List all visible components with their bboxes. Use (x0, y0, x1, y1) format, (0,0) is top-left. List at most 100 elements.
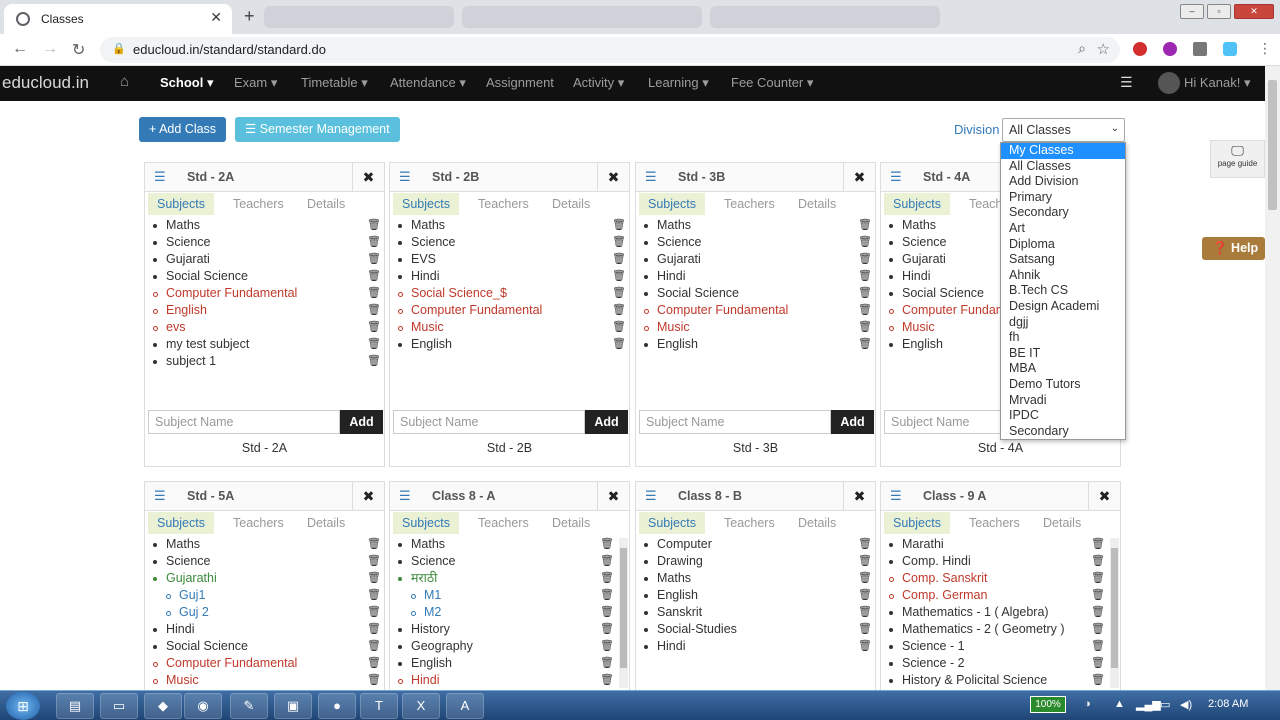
subject-name[interactable]: Computer Fundamental (166, 656, 297, 670)
subject-name[interactable]: Maths (657, 571, 691, 585)
delete-class-icon[interactable]: ✖ (843, 482, 875, 511)
nav-activity[interactable]: Activity ▾ (573, 75, 624, 91)
subject-name[interactable]: Maths (657, 218, 691, 232)
nav-exam[interactable]: Exam ▾ (234, 75, 277, 91)
division-option[interactable]: MBA (1001, 361, 1125, 377)
tab-teachers[interactable]: Teachers (224, 193, 293, 215)
trash-icon[interactable]: 🗑 (600, 621, 614, 638)
trash-icon[interactable]: 🗑 (1091, 621, 1105, 638)
nav-attendance[interactable]: Attendance ▾ (390, 75, 466, 91)
trash-icon[interactable]: 🗑 (858, 251, 872, 268)
tab-subjects[interactable]: Subjects (148, 193, 214, 215)
user-menu[interactable]: Hi Kanak! ▾ (1158, 72, 1251, 94)
list-icon[interactable]: ☰ (645, 488, 657, 504)
subject-name[interactable]: Gujarati (657, 252, 701, 266)
subject-name-input[interactable]: Subject Name (148, 410, 340, 434)
trash-icon[interactable]: 🗑 (600, 570, 614, 587)
trash-icon[interactable]: 🗑 (367, 672, 381, 689)
subject-name[interactable]: Maths (411, 537, 445, 551)
trash-icon[interactable]: 🗑 (612, 285, 626, 302)
extension-color-icon[interactable] (1163, 42, 1177, 56)
trash-icon[interactable]: 🗑 (858, 234, 872, 251)
trash-icon[interactable]: 🗑 (1091, 570, 1105, 587)
subject-name[interactable]: Social Science (657, 286, 739, 300)
taskbar-app-excel[interactable]: X (402, 693, 440, 719)
battery-indicator[interactable]: 100% (1030, 696, 1066, 713)
subject-name[interactable]: Social Science_$ (411, 286, 507, 300)
subject-name[interactable]: M2 (424, 605, 441, 619)
trash-icon[interactable]: 🗑 (612, 302, 626, 319)
tab-teachers[interactable]: Teachers (960, 512, 1029, 534)
page-guide-button[interactable]: 🖵 page guide (1210, 140, 1265, 178)
subject-name[interactable]: History (411, 622, 450, 636)
division-option[interactable]: Secondary (1001, 205, 1125, 221)
trash-icon[interactable]: 🗑 (367, 285, 381, 302)
close-window-icon[interactable]: ✕ (1234, 4, 1274, 19)
browser-menu-icon[interactable]: ⋮ (1258, 40, 1272, 57)
trash-icon[interactable]: 🗑 (1091, 638, 1105, 655)
subject-name[interactable]: evs (166, 320, 185, 334)
subject-name[interactable]: Science (902, 235, 946, 249)
subject-name[interactable]: Science - 2 (902, 656, 965, 670)
subject-name[interactable]: Maths (166, 537, 200, 551)
trash-icon[interactable]: 🗑 (367, 536, 381, 553)
trash-icon[interactable]: 🗑 (858, 638, 872, 655)
subject-name[interactable]: Hindi (411, 269, 440, 283)
delete-class-icon[interactable]: ✖ (597, 482, 629, 511)
subject-name[interactable]: EVS (411, 252, 436, 266)
trash-icon[interactable]: 🗑 (858, 268, 872, 285)
trash-icon[interactable]: 🗑 (367, 587, 381, 604)
subject-name[interactable]: Maths (902, 218, 936, 232)
signal-icon[interactable]: ▂▄▆ (1136, 698, 1161, 711)
subject-name[interactable]: Science (411, 554, 455, 568)
back-icon[interactable]: ← (12, 40, 28, 58)
tab-teachers[interactable]: Teachers (715, 193, 784, 215)
division-option[interactable]: IPDC (1001, 408, 1125, 424)
trash-icon[interactable]: 🗑 (1091, 587, 1105, 604)
tab-subjects[interactable]: Subjects (148, 512, 214, 534)
trash-icon[interactable]: 🗑 (367, 217, 381, 234)
subject-name[interactable]: Comp. German (902, 588, 987, 602)
tab-teachers[interactable]: Teachers (469, 193, 538, 215)
browser-tab-active[interactable]: Classes ✕ (4, 4, 232, 34)
subject-name[interactable]: Comp. Hindi (902, 554, 971, 568)
tab-subjects[interactable]: Subjects (884, 193, 950, 215)
nav-learning[interactable]: Learning ▾ (648, 75, 709, 91)
home-icon[interactable]: ⌂ (120, 73, 129, 90)
taskbar-app-explorer[interactable]: ▭ (100, 693, 138, 719)
delete-class-icon[interactable]: ✖ (352, 163, 384, 192)
subject-name[interactable]: Hindi (902, 269, 931, 283)
subject-name[interactable]: my test subject (166, 337, 249, 351)
division-option[interactable]: Secondary (1001, 424, 1125, 440)
trash-icon[interactable]: 🗑 (367, 353, 381, 370)
taskbar-app-photos[interactable]: ▣ (274, 693, 312, 719)
add-class-button[interactable]: + Add Class (139, 117, 227, 142)
tab-teachers[interactable]: Teachers (469, 512, 538, 534)
taskbar-app-notes[interactable]: ▤ (56, 693, 94, 719)
division-option[interactable]: My Classes (1001, 143, 1125, 159)
start-button[interactable]: ⊞ (6, 692, 40, 720)
trash-icon[interactable]: 🗑 (858, 302, 872, 319)
tab-subjects[interactable]: Subjects (393, 512, 459, 534)
trash-icon[interactable]: 🗑 (858, 570, 872, 587)
zoom-icon[interactable]: ⌕ (1078, 40, 1086, 57)
add-subject-button[interactable]: Add (831, 410, 874, 434)
trash-icon[interactable]: 🗑 (367, 621, 381, 638)
trash-icon[interactable]: 🗑 (600, 655, 614, 672)
tab-teachers[interactable]: Teachers (715, 512, 784, 534)
tray-app-icon[interactable]: ◑ (1084, 698, 1091, 710)
subject-name[interactable]: Hindi (657, 639, 686, 653)
trash-icon[interactable]: 🗑 (858, 285, 872, 302)
trash-icon[interactable]: 🗑 (600, 604, 614, 621)
list-icon[interactable]: ☰ (154, 169, 166, 185)
list-icon[interactable]: ☰ (645, 169, 657, 185)
subject-name[interactable]: Marathi (902, 537, 944, 551)
division-option[interactable]: Demo Tutors (1001, 377, 1125, 393)
subject-name[interactable]: Maths (411, 218, 445, 232)
browser-tab-inactive[interactable] (710, 6, 940, 28)
subject-name[interactable]: Social Science (166, 269, 248, 283)
trash-icon[interactable]: 🗑 (600, 672, 614, 689)
reload-icon[interactable]: ↻ (72, 40, 85, 60)
subject-name[interactable]: History & Policital Science (902, 673, 1047, 687)
add-subject-button[interactable]: Add (340, 410, 383, 434)
